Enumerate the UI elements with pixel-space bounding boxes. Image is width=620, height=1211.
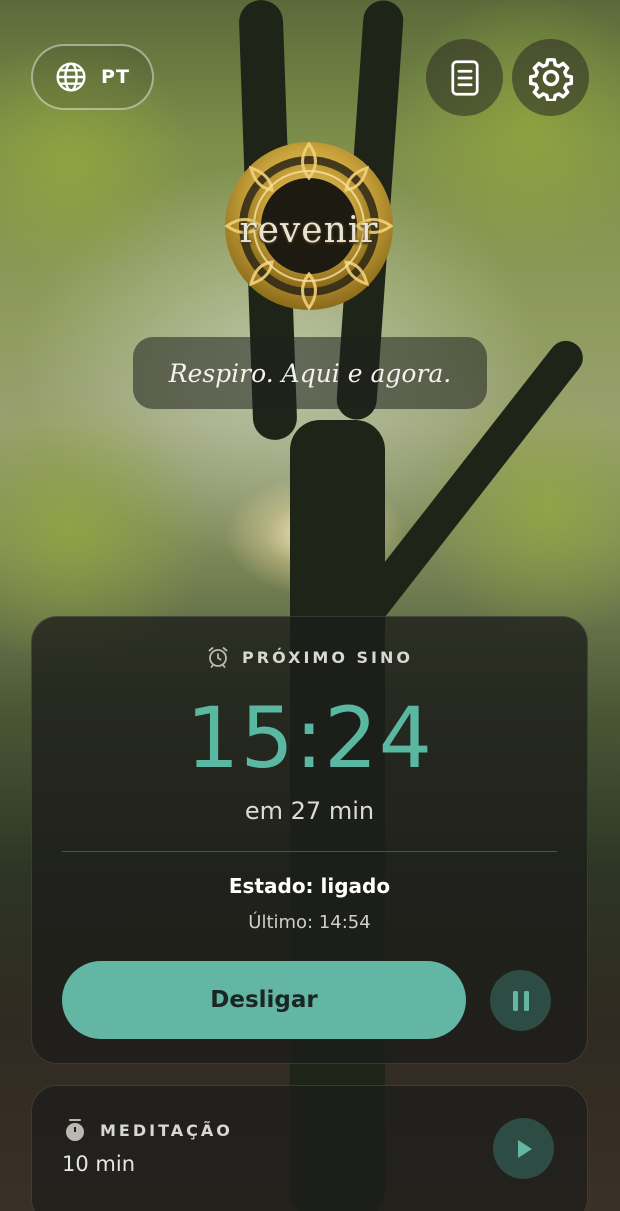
- document-button[interactable]: [426, 39, 503, 116]
- time-remaining: em 27 min: [244, 797, 375, 825]
- meditation-label: MEDITAÇÃO: [100, 1120, 233, 1140]
- play-icon: [517, 1139, 532, 1158]
- logo-wordmark: revenir: [239, 210, 379, 251]
- language-button[interactable]: PT: [31, 44, 154, 110]
- status-text: Estado: ligado: [228, 874, 391, 898]
- play-button[interactable]: [493, 1118, 554, 1179]
- turn-off-button[interactable]: Desligar: [62, 961, 466, 1039]
- meditation-duration: 10 min: [62, 1152, 135, 1176]
- turn-off-label: Desligar: [210, 987, 318, 1013]
- meditation-header: MEDITAÇÃO: [64, 1118, 233, 1142]
- divider: [62, 851, 557, 852]
- pause-button[interactable]: [490, 970, 551, 1031]
- document-icon: [450, 59, 479, 96]
- gear-icon: [528, 57, 573, 101]
- next-bell-time: 15:24: [185, 689, 434, 787]
- alarm-clock-icon: [208, 647, 228, 668]
- tagline: Respiro. Aqui e agora.: [133, 337, 487, 409]
- globe-icon: [56, 62, 86, 92]
- revenir-logo: revenir: [222, 140, 396, 312]
- settings-button[interactable]: [512, 39, 589, 116]
- next-bell-card: PRÓXIMO SINO 15:24 em 27 min Estado: lig…: [31, 616, 588, 1064]
- next-bell-label: PRÓXIMO SINO: [242, 647, 413, 667]
- pause-icon: [512, 990, 529, 1011]
- timer-icon: [66, 1119, 84, 1141]
- meditation-card[interactable]: MEDITAÇÃO 10 min: [31, 1085, 588, 1211]
- next-bell-header: PRÓXIMO SINO: [32, 645, 587, 669]
- language-code: PT: [101, 66, 130, 88]
- last-bell-text: Último: 14:54: [248, 912, 371, 933]
